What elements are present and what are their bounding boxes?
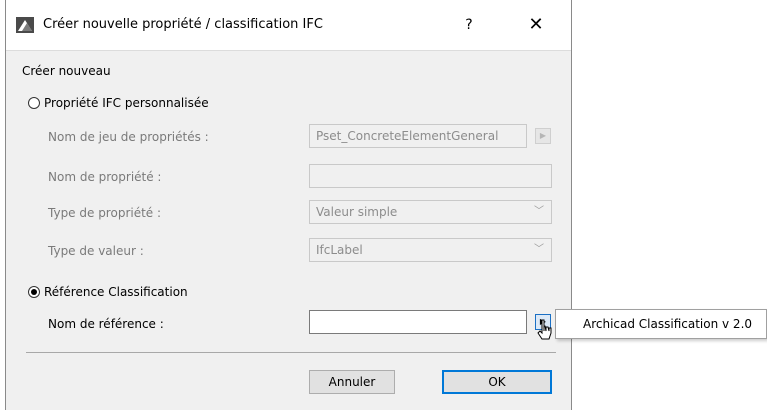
reference-name-field[interactable] [309, 310, 527, 334]
bottom-separator [26, 352, 556, 353]
popup-item-archicad-classification[interactable]: Archicad Classification v 2.0 [583, 317, 752, 331]
mouse-cursor-icon [537, 319, 552, 340]
classification-popup-menu: Archicad Classification v 2.0 [555, 309, 767, 339]
title-separator [6, 50, 571, 51]
reference-name-label: Nom de référence : [48, 317, 164, 331]
property-type-value: Valeur simple [316, 205, 398, 219]
ok-button[interactable]: OK [442, 370, 552, 394]
dialog-title: Créer nouvelle propriété / classificatio… [43, 17, 323, 32]
property-name-label: Nom de propriété : [48, 170, 162, 184]
cancel-button[interactable]: Annuler [309, 370, 395, 394]
value-type-select[interactable]: IfcLabel ﹀ [309, 238, 552, 262]
classification-reference-radio[interactable] [28, 286, 40, 298]
pset-browse-arrow-button[interactable]: ▶ [535, 128, 551, 144]
property-name-field[interactable] [309, 164, 552, 188]
close-button[interactable]: ✕ [518, 12, 554, 38]
pset-name-field[interactable]: Pset_ConcreteElementGeneral [309, 124, 527, 148]
create-new-label: Créer nouveau [22, 64, 111, 78]
custom-property-radio[interactable] [28, 97, 40, 109]
archicad-app-icon [16, 17, 34, 33]
title-bar[interactable]: Créer nouvelle propriété / classificatio… [6, 0, 571, 50]
custom-property-radio-label[interactable]: Propriété IFC personnalisée [44, 96, 209, 110]
value-type-value: IfcLabel [316, 243, 363, 257]
chevron-down-icon: ﹀ [534, 206, 544, 217]
pset-name-label: Nom de jeu de propriétés : [48, 130, 209, 144]
classification-reference-radio-label[interactable]: Référence Classification [44, 285, 188, 299]
chevron-down-icon: ﹀ [534, 244, 544, 255]
create-ifc-property-dialog: Créer nouvelle propriété / classificatio… [5, 0, 572, 410]
property-type-label: Type de propriété : [48, 206, 162, 220]
help-button[interactable]: ? [454, 13, 484, 37]
property-type-select[interactable]: Valeur simple ﹀ [309, 200, 552, 224]
value-type-label: Type de valeur : [48, 244, 144, 258]
